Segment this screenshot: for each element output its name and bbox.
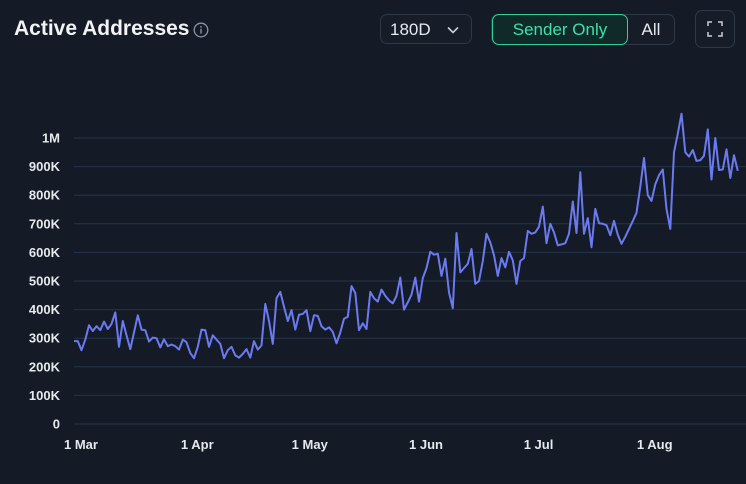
y-tick-label: 700K bbox=[29, 216, 61, 231]
grid-lines bbox=[74, 137, 746, 425]
y-axis-ticks: 0 100K 200K 300K 400K 500K 600K 700K 800K 900K 1M bbox=[29, 131, 61, 432]
y-tick-label: 900K bbox=[29, 159, 61, 174]
y-tick-label: 400K bbox=[29, 302, 61, 317]
series-line bbox=[74, 112, 739, 360]
x-axis-ticks: 1 Mar 1 Apr 1 May 1 Jun 1 Jul 1 Aug bbox=[64, 437, 673, 452]
y-tick-label: 800K bbox=[29, 188, 61, 203]
x-tick-label: 1 Jul bbox=[524, 437, 554, 452]
series-layer bbox=[74, 112, 739, 360]
x-tick-label: 1 Aug bbox=[637, 437, 673, 452]
y-tick-label: 1M bbox=[42, 131, 60, 146]
y-tick-label: 100K bbox=[29, 388, 61, 403]
active-addresses-chart: 0100K200K300K400K500K600K700K800K900K1M … bbox=[29, 112, 746, 452]
y-tick-label: 500K bbox=[29, 274, 61, 289]
x-tick-label: 1 May bbox=[292, 437, 329, 452]
y-tick-label: 200K bbox=[29, 359, 61, 374]
x-tick-label: 1 Jun bbox=[409, 437, 443, 452]
x-tick-label: 1 Mar bbox=[64, 437, 98, 452]
x-tick-label: 1 Apr bbox=[181, 437, 214, 452]
y-tick-label: 300K bbox=[29, 331, 61, 346]
y-tick-label: 600K bbox=[29, 245, 61, 260]
y-tick-label: 0 bbox=[53, 417, 60, 432]
